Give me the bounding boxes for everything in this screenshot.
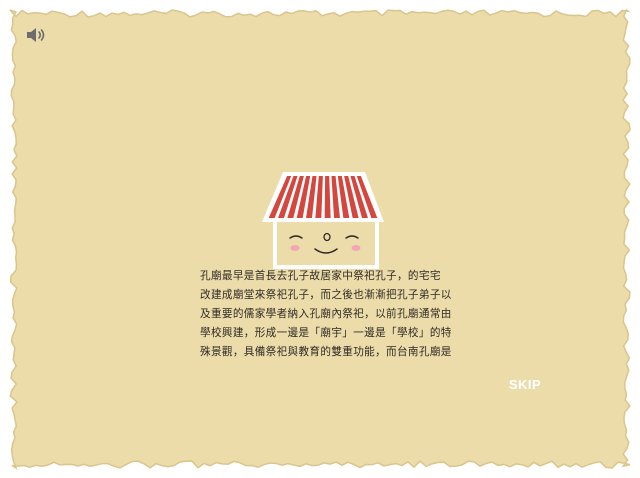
- intro-text-line: 及重要的儒家學者納入孔廟內祭祀，以前孔廟通常由: [200, 308, 452, 320]
- intro-text-line: 學校興建，形成一邊是「廟宇」一邊是「學校」的特: [200, 327, 452, 339]
- temple-house-icon: [262, 172, 384, 269]
- intro-text-line: 殊景觀，具備祭祀與教育的雙重功能，而台南孔廟是: [200, 346, 452, 358]
- sound-toggle-button[interactable]: [24, 24, 48, 46]
- speaker-volume-icon: [27, 28, 45, 42]
- intro-text-line: 改建成廟堂來祭祀孔子，而之後也漸漸把孔子弟子以: [200, 289, 452, 301]
- temple-house-mascot: [258, 162, 388, 278]
- intro-text-block: 孔廟最早是首長去孔子故居家中祭祀孔子，的宅宅 改建成廟堂來祭祀孔子，而之後也漸漸…: [200, 268, 468, 364]
- intro-text-line: 孔廟最早是首長去孔子故居家中祭祀孔子，的宅宅: [200, 270, 441, 282]
- skip-button[interactable]: SKIP: [500, 374, 550, 396]
